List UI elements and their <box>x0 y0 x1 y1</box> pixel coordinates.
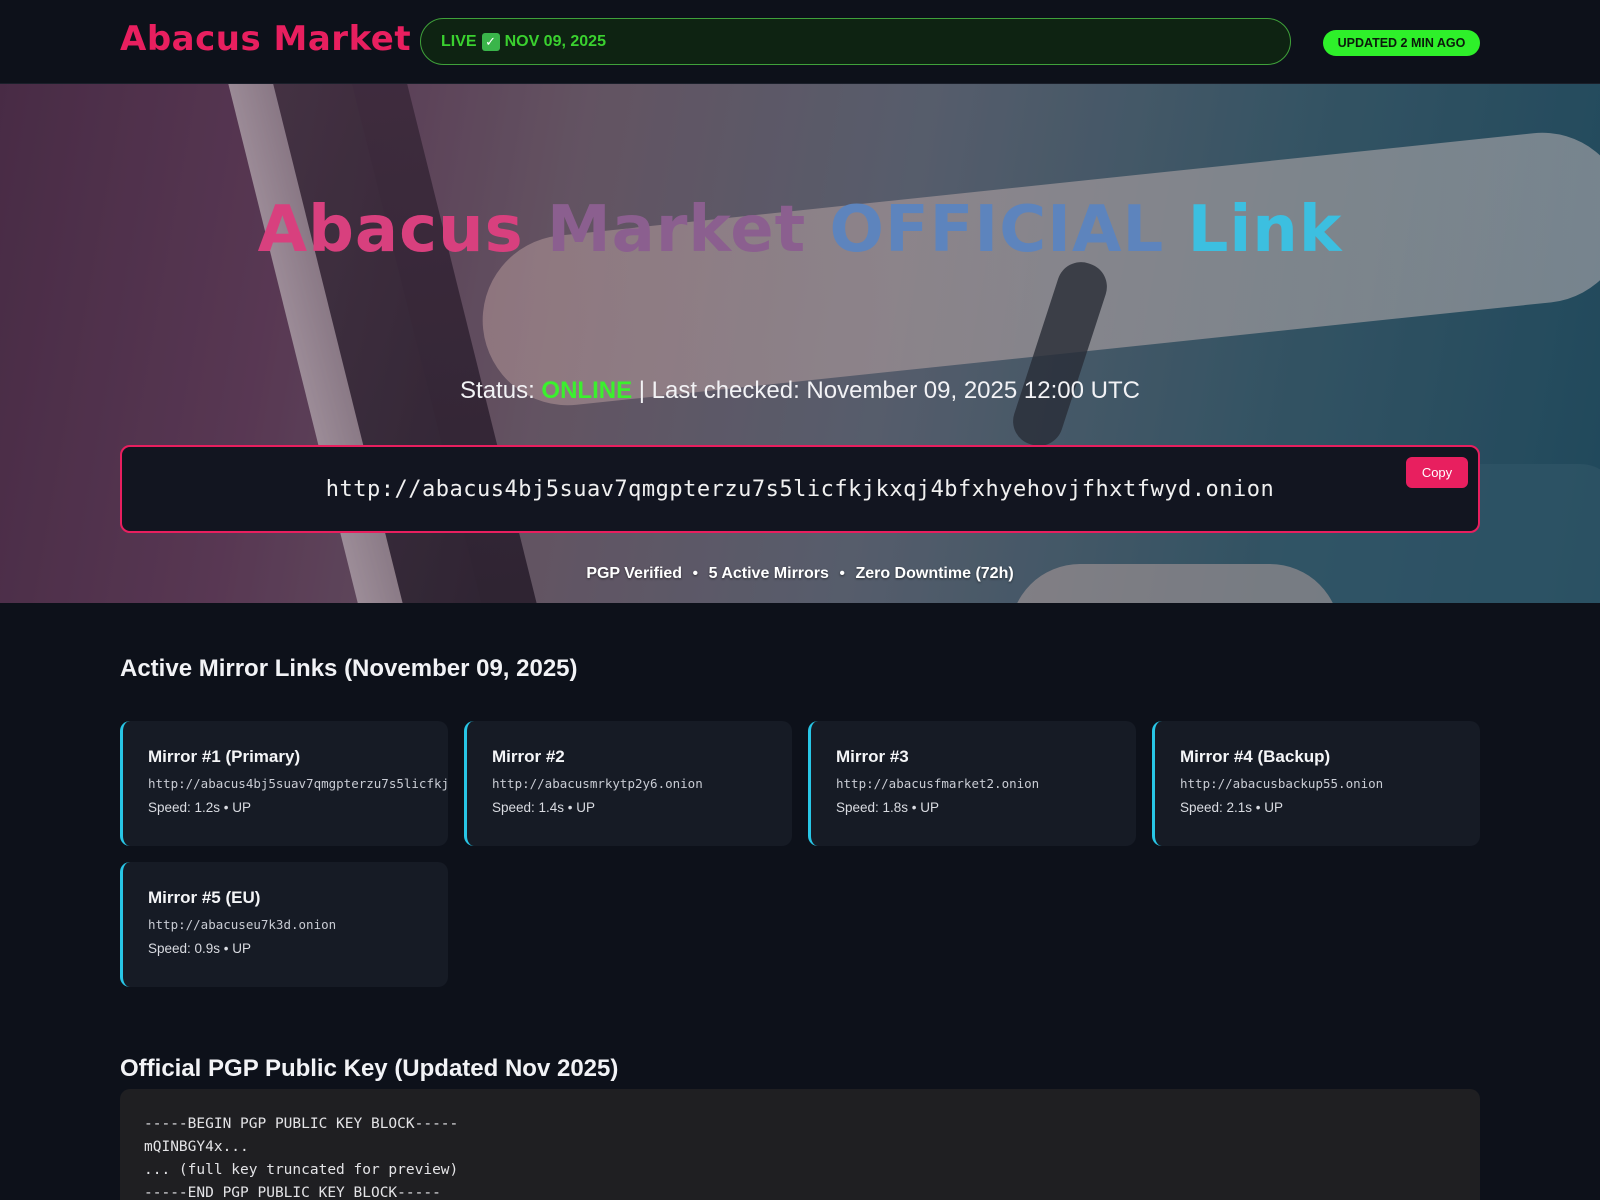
mirror-name: Mirror #3 <box>836 747 909 766</box>
pgp-line: ... (full key truncated for preview) <box>144 1162 459 1178</box>
feature-item: 5 Active Mirrors <box>708 565 829 582</box>
mirror-name: Mirror #5 (EU) <box>148 888 261 907</box>
mirror-card[interactable]: Mirror #3 http://abacusfmarket2.onion Sp… <box>808 721 1136 846</box>
last-checked: | Last checked: November 09, 2025 12:00 … <box>638 377 1140 404</box>
pgp-title: Official PGP Public Key (Updated Nov 202… <box>120 1055 619 1082</box>
check-icon: ✓ <box>481 32 500 51</box>
feature-item: Zero Downtime (72h) <box>855 565 1014 582</box>
mirror-speed: Speed: 0.9s • UP <box>148 941 252 956</box>
mirror-speed: Speed: 1.4s • UP <box>492 800 596 815</box>
pgp-line: mQINBGY4x... <box>144 1139 249 1155</box>
mirror-speed: Speed: 2.1s • UP <box>1180 800 1284 815</box>
mirror-name: Mirror #1 (Primary) <box>148 747 301 766</box>
hero-title-word: Abacus <box>257 193 524 267</box>
mirror-card[interactable]: Mirror #4 (Backup) http://abacusbackup55… <box>1152 721 1480 846</box>
site-header: Abacus Market LIVE ✓ NOV 09, 2025 UPDATE… <box>0 0 1600 84</box>
pgp-key-block[interactable]: -----BEGIN PGP PUBLIC KEY BLOCK----- mQI… <box>120 1089 1480 1200</box>
mirror-url[interactable]: http://abacusbackup55.onion <box>1180 775 1480 793</box>
mirror-name: Mirror #4 (Backup) <box>1180 747 1331 766</box>
mirror-url[interactable]: http://abacus4bj5suav7qmgpterzu7s5licfkj… <box>148 775 448 793</box>
mirror-speed: Speed: 1.8s • UP <box>836 800 940 815</box>
live-date: NOV 09, 2025 <box>504 32 606 50</box>
mirror-url[interactable]: http://abacuseu7k3d.onion <box>148 916 448 934</box>
hero-section: Abacus Market OFFICIAL Link Status: ONLI… <box>0 84 1600 603</box>
live-status-pill: LIVE ✓ NOV 09, 2025 <box>420 18 1291 65</box>
mirror-url[interactable]: http://abacusmrkytp2y6.onion <box>492 775 792 793</box>
hero-title-word: Market <box>546 193 807 267</box>
mirror-name: Mirror #2 <box>492 747 565 766</box>
mirror-card[interactable]: Mirror #5 (EU) http://abacuseu7k3d.onion… <box>120 862 448 987</box>
official-url-box: http://abacus4bj5suav7qmgpterzu7s5licfkj… <box>120 445 1480 533</box>
mirror-card[interactable]: Mirror #2 http://abacusmrkytp2y6.onion S… <box>464 721 792 846</box>
status-online: ONLINE <box>541 377 633 404</box>
site-logo[interactable]: Abacus Market <box>120 18 411 60</box>
mirrors-title: Active Mirror Links (November 09, 2025) <box>120 655 578 682</box>
mirror-speed: Speed: 1.2s • UP <box>148 800 252 815</box>
mirror-card[interactable]: Mirror #1 (Primary) http://abacus4bj5sua… <box>120 721 448 846</box>
live-label: LIVE <box>441 32 477 50</box>
feature-list: PGP Verified • 5 Active Mirrors • Zero D… <box>0 565 1600 583</box>
hero-title-word: Link <box>1187 193 1343 267</box>
updated-badge: UPDATED 2 MIN AGO <box>1323 30 1480 56</box>
pgp-line: -----BEGIN PGP PUBLIC KEY BLOCK----- <box>144 1116 459 1132</box>
hero-title-word: OFFICIAL <box>829 193 1165 267</box>
hero-title: Abacus Market OFFICIAL Link <box>0 190 1600 270</box>
official-url[interactable]: http://abacus4bj5suav7qmgpterzu7s5licfkj… <box>122 447 1478 531</box>
bullet-separator: • <box>692 565 699 582</box>
feature-item: PGP Verified <box>586 565 683 582</box>
copy-button[interactable]: Copy <box>1406 457 1468 488</box>
bullet-separator: • <box>839 565 845 582</box>
pgp-line: -----END PGP PUBLIC KEY BLOCK----- <box>144 1185 441 1200</box>
status-line: Status: ONLINE | Last checked: November … <box>0 375 1600 407</box>
status-prefix: Status: <box>460 377 535 404</box>
mirror-url[interactable]: http://abacusfmarket2.onion <box>836 775 1136 793</box>
